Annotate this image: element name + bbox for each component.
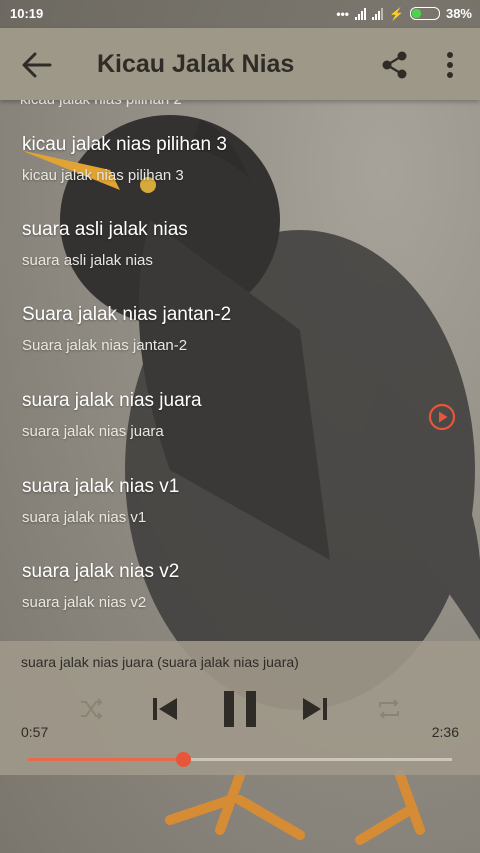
list-item[interactable]: Suara jalak nias jantan-2 Suara jalak ni…: [22, 304, 452, 354]
status-time: 10:19: [10, 6, 44, 21]
list-item-title: suara asli jalak nias: [22, 219, 188, 240]
list-item[interactable]: suara jalak nias v1 suara jalak nias v1: [22, 476, 452, 526]
dots-icon: •••: [336, 6, 350, 21]
signal-icon-2: [372, 7, 384, 20]
list-item-subtitle: suara asli jalak nias: [22, 252, 153, 269]
more-vert-icon[interactable]: [438, 50, 462, 80]
list-item[interactable]: suara jalak nias juara suara jalak nias …: [22, 390, 452, 440]
charging-icon: ⚡: [389, 6, 404, 21]
shuffle-icon[interactable]: [79, 697, 103, 721]
elapsed-time: 0:57: [21, 724, 49, 740]
seek-bar[interactable]: [28, 752, 452, 767]
signal-icon: [355, 7, 367, 20]
list-item-subtitle: suara jalak nias v1: [22, 509, 147, 526]
list-item-title: suara jalak nias v1: [22, 476, 180, 497]
list-item-subtitle: suara jalak nias v2: [22, 594, 147, 611]
list-item[interactable]: suara asli jalak nias suara asli jalak n…: [22, 219, 452, 269]
battery-icon: [409, 7, 440, 20]
now-playing-text: suara jalak nias juara (suara jalak nias…: [21, 654, 299, 670]
seek-bar-thumb[interactable]: [175, 752, 191, 767]
track-list[interactable]: kicau jalak nias pilihan 2 kicau jalak n…: [0, 100, 480, 640]
status-bar: 10:19 ••• ⚡ 38%: [0, 0, 480, 28]
list-item-title: kicau jalak nias pilihan 3: [22, 134, 227, 155]
list-item[interactable]: suara jalak nias v2 suara jalak nias v2: [22, 561, 452, 611]
battery-percent: 38%: [445, 6, 472, 21]
skip-next-icon[interactable]: [301, 696, 329, 722]
play-circle-icon[interactable]: [428, 403, 456, 431]
media-player: suara jalak nias juara (suara jalak nias…: [0, 641, 480, 775]
list-item-partial[interactable]: kicau jalak nias pilihan 2: [20, 100, 182, 108]
total-duration: 2:36: [431, 724, 459, 740]
repeat-icon[interactable]: [376, 697, 402, 721]
pause-icon[interactable]: [222, 690, 258, 728]
skip-previous-icon[interactable]: [151, 696, 179, 722]
list-item-subtitle: suara jalak nias juara: [22, 423, 164, 440]
app-bar: Kicau Jalak Nias: [0, 28, 480, 100]
list-item-title: suara jalak nias juara: [22, 390, 202, 411]
seek-bar-progress: [28, 758, 183, 761]
list-item[interactable]: kicau jalak nias pilihan 3 kicau jalak n…: [22, 134, 452, 184]
back-arrow-icon[interactable]: [20, 50, 54, 80]
list-item-title: suara jalak nias v2: [22, 561, 180, 582]
page-title: Kicau Jalak Nias: [97, 50, 295, 78]
share-icon[interactable]: [380, 50, 410, 80]
list-item-subtitle: Suara jalak nias jantan-2: [22, 337, 188, 354]
list-item-subtitle: kicau jalak nias pilihan 3: [22, 167, 184, 184]
list-item-title: Suara jalak nias jantan-2: [22, 304, 232, 325]
